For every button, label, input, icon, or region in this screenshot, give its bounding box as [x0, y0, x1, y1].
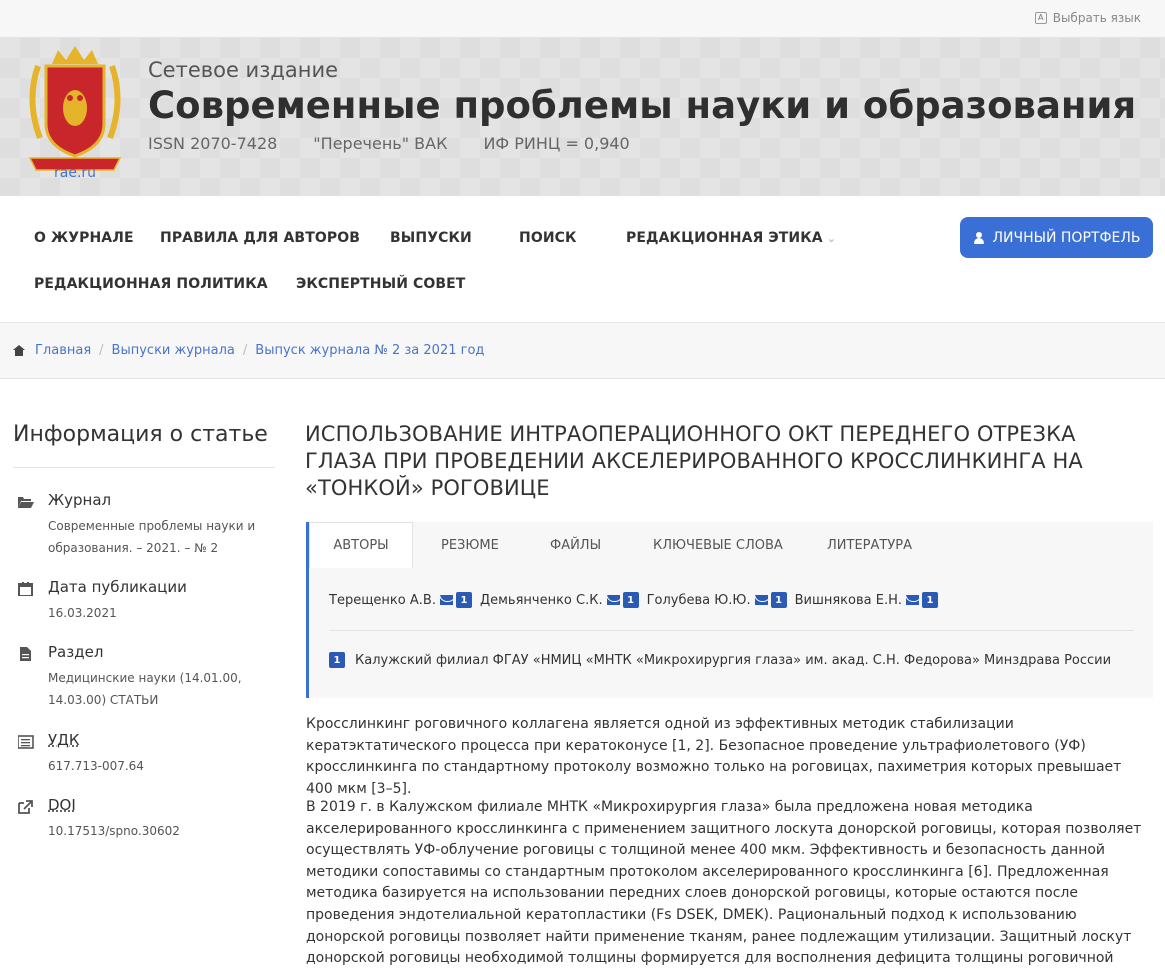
nav-expert-council[interactable]: ЭКСПЕРТНЫЙ СОВЕТ: [296, 276, 465, 292]
file-icon: [20, 647, 31, 661]
mail-icon[interactable]: [439, 595, 453, 605]
mail-icon[interactable]: [606, 595, 620, 605]
affiliation-text: Калужский филиал ФГАУ «НМИЦ «МНТК «Микро…: [355, 652, 1112, 668]
author-item: Демьянченко С.К. 1: [480, 592, 639, 608]
affiliation-badge: 1: [455, 592, 472, 608]
nav-author-rules[interactable]: ПРАВИЛА ДЛЯ АВТОРОВ: [160, 230, 360, 246]
nav-editorial-ethics-label: РЕДАКЦИОННАЯ ЭТИКА: [626, 230, 823, 246]
sidebar-value-section: Медицинские науки (14.01.00, 14.03.00) С…: [48, 671, 242, 707]
breadcrumb-home[interactable]: Главная: [35, 343, 91, 358]
main-nav: О ЖУРНАЛЕ ПРАВИЛА ДЛЯ АВТОРОВ ВЫПУСКИ ПО…: [0, 196, 1165, 323]
authors-list: Терещенко А.В. 1 Демьянченко С.К. 1 Голу…: [329, 592, 946, 608]
sidebar-value-udc: 617.713-007.64: [48, 759, 144, 773]
nav-editorial-policy[interactable]: РЕДАКЦИОННАЯ ПОЛИТИКА: [34, 276, 268, 292]
user-icon: [973, 231, 985, 244]
personal-portfolio-button[interactable]: ЛИЧНЫЙ ПОРТФЕЛЬ: [960, 217, 1153, 258]
tab-abstract[interactable]: РЕЗЮМЕ: [419, 522, 521, 568]
author-name[interactable]: Вишнякова Е.Н.: [795, 593, 902, 608]
author-item: Голубева Ю.Ю. 1: [647, 592, 787, 608]
mail-icon[interactable]: [754, 595, 768, 605]
breadcrumb-issues[interactable]: Выпуски журнала: [112, 343, 235, 358]
language-selector[interactable]: A Выбрать язык: [1034, 11, 1141, 25]
calendar-icon: [18, 582, 33, 596]
sidebar-label-doi[interactable]: DOI: [48, 796, 76, 814]
breadcrumb-separator: /: [242, 343, 248, 358]
author-name[interactable]: Демьянченко С.К.: [480, 593, 603, 608]
sidebar-value-pub-date: 16.03.2021: [48, 606, 117, 620]
vak-label: "Перечень" ВАК: [313, 134, 448, 153]
sidebar-label-section: Раздел: [48, 643, 104, 661]
article-title: ИСПОЛЬЗОВАНИЕ ИНТРАОПЕРАЦИОННОГО ОКТ ПЕР…: [305, 422, 1083, 500]
article-paragraph: Кросслинкинг роговичного коллагена являе…: [306, 716, 1122, 797]
sidebar-label-udc: УДК: [48, 731, 80, 749]
nav-about[interactable]: О ЖУРНАЛЕ: [34, 230, 134, 246]
site-title[interactable]: Современные проблемы науки и образования: [148, 84, 1136, 127]
nav-issues[interactable]: ВЫПУСКИ: [390, 230, 472, 246]
tab-keywords[interactable]: КЛЮЧЕВЫЕ СЛОВА: [631, 522, 805, 568]
top-bar: A Выбрать язык: [0, 0, 1165, 38]
journal-meta: ISSN 2070-7428 "Перечень" ВАК ИФ РИНЦ = …: [148, 134, 666, 153]
folder-open-icon: [18, 497, 34, 508]
affiliation-badge: 1: [770, 592, 787, 608]
chevron-down-icon: ⌄: [826, 232, 837, 245]
external-link-icon: [18, 800, 33, 814]
tab-files[interactable]: ФАЙЛЫ: [528, 522, 623, 568]
home-icon: [13, 345, 25, 356]
breadcrumb-current-issue[interactable]: Выпуск журнала № 2 за 2021 год: [255, 343, 484, 358]
tab-authors[interactable]: АВТОРЫ: [309, 522, 413, 568]
author-name[interactable]: Терещенко А.В.: [329, 593, 436, 608]
site-pretitle: Сетевое издание: [148, 58, 339, 82]
breadcrumb-separator: /: [99, 343, 104, 358]
sidebar-divider: [13, 467, 275, 468]
impact-factor-label: ИФ РИНЦ = 0,940: [483, 134, 630, 153]
author-name[interactable]: Голубева Ю.Ю.: [647, 593, 751, 608]
sidebar-title: Информация о статье: [13, 422, 268, 447]
sidebar-value-journal: Современные проблемы науки и образования…: [48, 519, 256, 555]
tab-references[interactable]: ЛИТЕРАТУРА: [805, 522, 934, 568]
issn-label: ISSN 2070-7428: [148, 134, 278, 153]
language-label: Выбрать язык: [1052, 11, 1141, 25]
author-item: Терещенко А.В. 1: [329, 592, 472, 608]
article-paragraph: В 2019 г. в Калужском филиале МНТК «Микр…: [306, 799, 1142, 967]
affiliation-item: 1 Калужский филиал ФГАУ «НМИЦ «МНТК «Мик…: [329, 652, 1111, 668]
sidebar-value-doi[interactable]: 10.17513/spno.30602: [48, 820, 278, 842]
list-icon: [18, 735, 34, 749]
author-item: Вишнякова Е.Н. 1: [795, 592, 938, 608]
logo-link[interactable]: rae.ru: [54, 165, 96, 181]
sidebar-label-pub-date: Дата публикации: [48, 578, 187, 596]
mail-icon[interactable]: [906, 595, 919, 605]
affiliation-badge: 1: [622, 592, 639, 608]
affiliation-badge: 1: [922, 592, 938, 608]
language-icon: A: [1034, 12, 1047, 24]
site-header: rae.ru Сетевое издание Современные пробл…: [0, 38, 1165, 196]
nav-editorial-ethics[interactable]: РЕДАКЦИОННАЯ ЭТИКА ⌄: [626, 230, 836, 246]
tab-divider: [329, 630, 1134, 631]
journal-logo[interactable]: [22, 46, 128, 176]
article-tabs-panel: АВТОРЫ РЕЗЮМЕ ФАЙЛЫ КЛЮЧЕВЫЕ СЛОВА ЛИТЕР…: [306, 522, 1153, 698]
nav-search[interactable]: ПОИСК: [519, 230, 577, 246]
breadcrumb: Главная / Выпуски журнала / Выпуск журна…: [0, 323, 1165, 379]
portfolio-button-label: ЛИЧНЫЙ ПОРТФЕЛЬ: [992, 229, 1141, 246]
sidebar-label-journal: Журнал: [48, 491, 112, 509]
affiliation-badge: 1: [329, 652, 345, 668]
